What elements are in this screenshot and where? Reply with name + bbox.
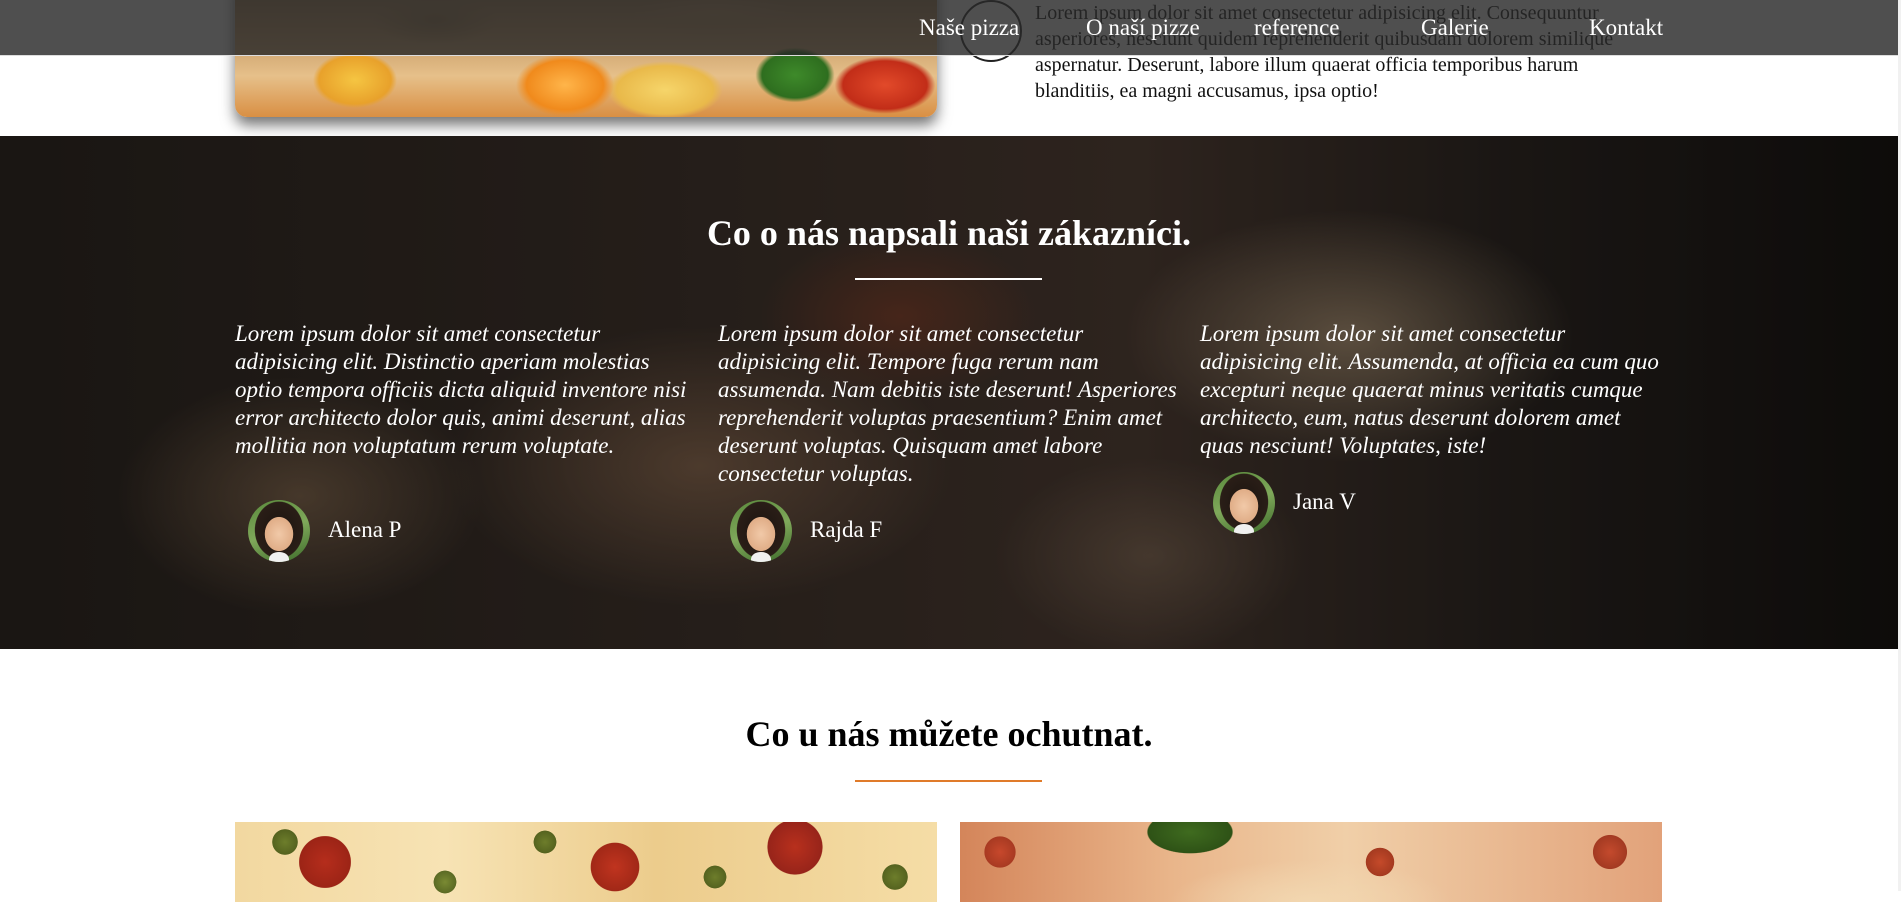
testimonials-section: Co o nás napsali naši zákazníci. Lorem i… xyxy=(0,136,1898,649)
testimonial-quote-1: Lorem ipsum dolor sit amet consectetur a… xyxy=(235,321,687,458)
nav-item-nase-pizza[interactable]: Naše pizza xyxy=(919,14,1019,42)
avatar xyxy=(248,500,310,562)
testimonial-quote-2: Lorem ipsum dolor sit amet consectetur a… xyxy=(718,321,1177,486)
pizza-card-image[interactable] xyxy=(235,822,937,902)
title-underline xyxy=(855,780,1042,782)
navbar: Naše pizza O naší pizze reference Galeri… xyxy=(0,0,1901,56)
testimonial-quote-3: Lorem ipsum dolor sit amet consectetur a… xyxy=(1200,321,1659,458)
title-underline xyxy=(855,278,1042,280)
testimonials-title: Co o nás napsali naši zákazníci. xyxy=(706,213,1192,253)
nav-item-o-nasi-pizze[interactable]: O naší pizze xyxy=(1086,14,1200,42)
menu-title: Co u nás můžete ochutnat. xyxy=(745,714,1153,754)
nav-item-kontakt[interactable]: Kontakt xyxy=(1589,14,1663,42)
author-name: Rajda F xyxy=(810,517,883,542)
pizza-card-image[interactable] xyxy=(960,822,1662,902)
author-name: Alena P xyxy=(328,517,402,542)
nav-item-reference[interactable]: reference xyxy=(1254,14,1340,42)
author-name: Jana V xyxy=(1293,489,1356,514)
avatar xyxy=(730,500,792,562)
avatar xyxy=(1213,472,1275,534)
nav-item-galerie[interactable]: Galerie xyxy=(1421,14,1489,42)
